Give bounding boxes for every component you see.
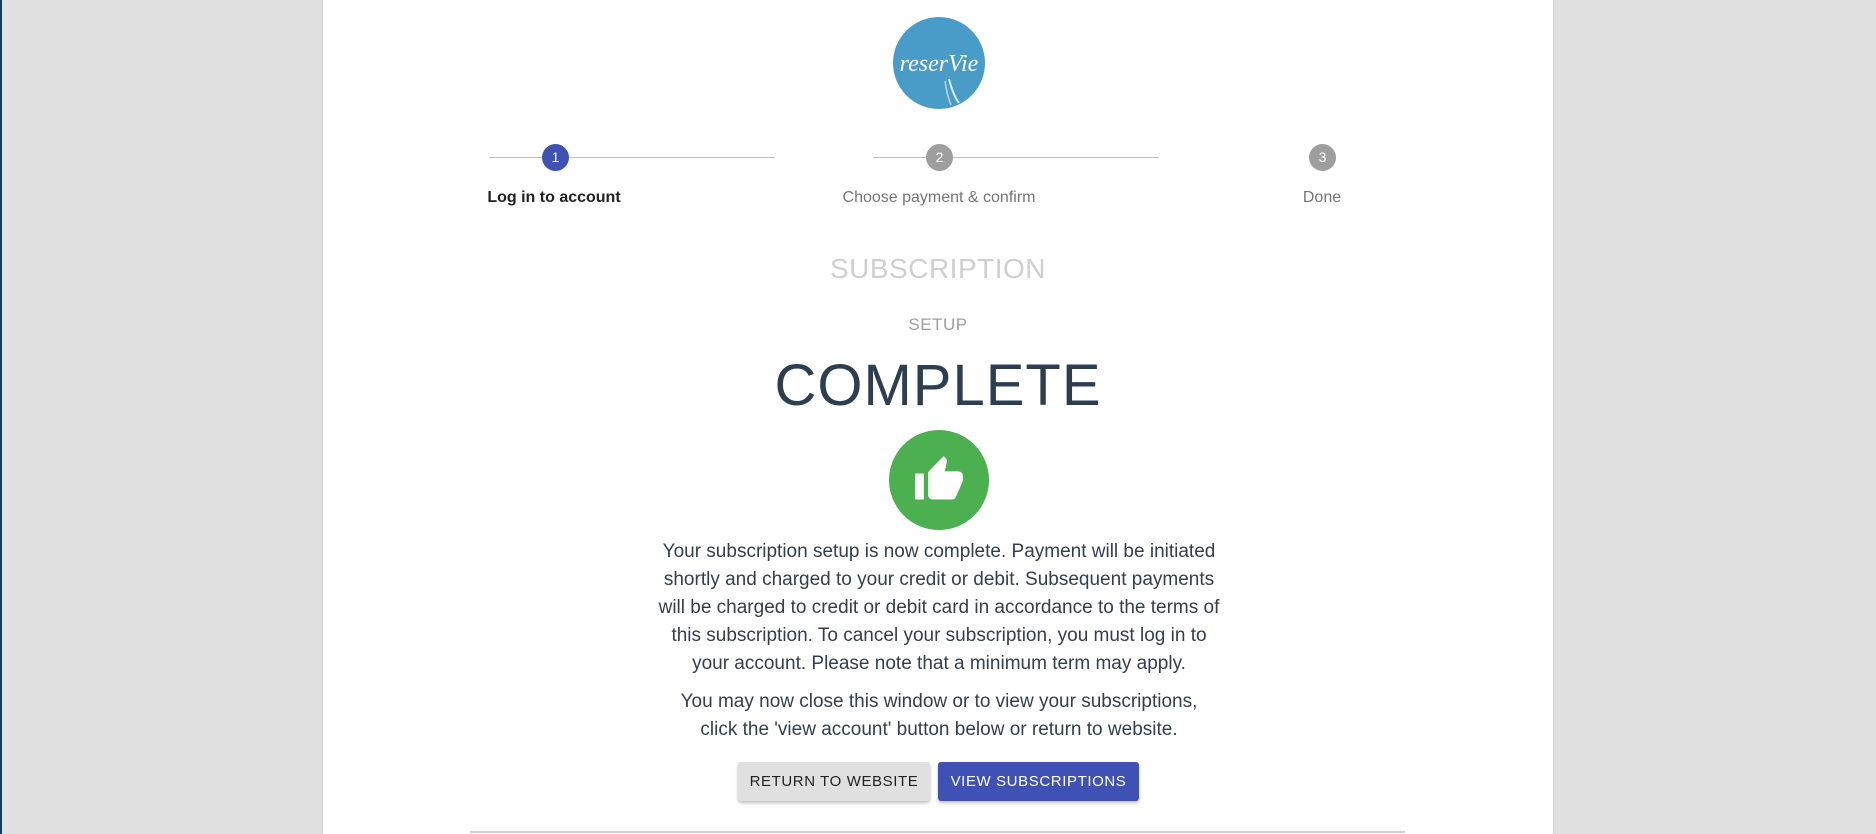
completion-message: Your subscription setup is now complete.… [658, 541, 1220, 674]
step-3-circle: 3 [1309, 144, 1336, 171]
window-edge [0, 0, 2, 834]
thumbs-up-icon [915, 456, 963, 500]
close-window-message: You may now close this window or to view… [680, 691, 1198, 740]
step-1-label: Log in to account [487, 189, 621, 206]
success-badge [889, 430, 989, 530]
main-panel: reserVie 1 2 3 Log in to account Choose … [322, 0, 1554, 834]
stepper-connector-1 [489, 157, 775, 158]
reservie-logo-icon: reserVie [893, 17, 985, 109]
logo-text: reserVie [900, 51, 979, 77]
step-3-label: Done [1302, 189, 1342, 206]
step-3-number: 3 [1318, 149, 1327, 165]
step-2-circle: 2 [926, 144, 953, 171]
step-2-number: 2 [935, 149, 944, 165]
step-1-circle: 1 [542, 144, 569, 171]
return-to-website-button[interactable]: RETURN TO WEBSITE [738, 762, 930, 801]
setup-heading: SETUP [908, 315, 968, 334]
view-subscriptions-button[interactable]: VIEW SUBSCRIPTIONS [938, 762, 1139, 801]
subscription-heading: SUBSCRIPTION [829, 253, 1047, 284]
step-1-number: 1 [551, 149, 560, 165]
bottom-divider [470, 831, 1405, 833]
step-2-label: Choose payment & confirm [842, 189, 1036, 206]
complete-heading: COMPLETE [774, 353, 1102, 418]
stepper-connector-2 [873, 157, 1159, 158]
